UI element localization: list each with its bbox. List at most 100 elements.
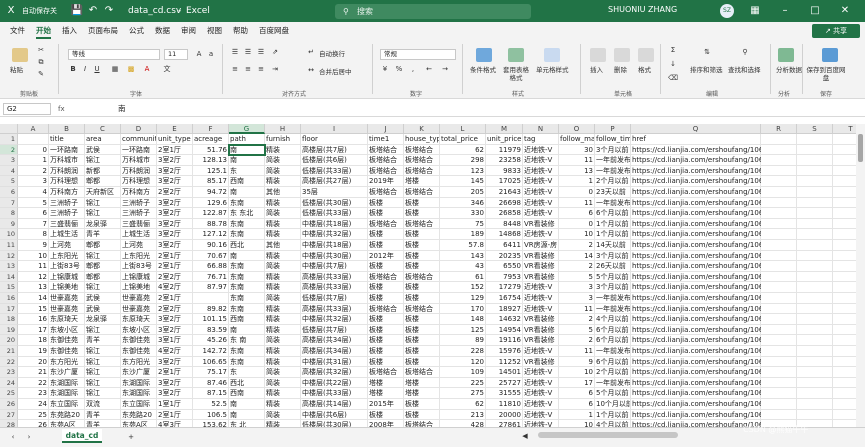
conditional-format-button[interactable]: 条件格式 <box>470 66 496 74</box>
cell[interactable] <box>761 250 797 262</box>
cell[interactable]: 23天以前 <box>595 187 631 198</box>
cell[interactable]: 精装 <box>265 356 301 368</box>
cell[interactable] <box>833 197 856 209</box>
cell[interactable]: 三洲轿子 <box>49 208 85 219</box>
row-header[interactable]: 25 <box>0 388 18 399</box>
cell[interactable]: 精装 <box>265 218 301 230</box>
cell[interactable]: 低楼层(共33层) <box>301 165 368 177</box>
cell[interactable] <box>761 346 797 357</box>
cell[interactable]: 锦江 <box>85 208 121 219</box>
cell[interactable]: 43 <box>440 261 486 272</box>
cell[interactable]: 106.5 <box>193 409 229 421</box>
cell[interactable]: 14 <box>18 293 49 304</box>
cell[interactable]: VR看装修 <box>523 335 559 346</box>
cell[interactable] <box>833 271 856 283</box>
cell[interactable]: 428 <box>440 420 486 427</box>
cell[interactable]: 简装 <box>265 409 301 421</box>
cell[interactable]: 27861 <box>486 420 523 427</box>
cell[interactable]: 2室2厅 <box>157 303 193 315</box>
font-color-icon[interactable]: A <box>142 65 152 74</box>
column-header-j[interactable]: J <box>368 124 404 134</box>
cell-style-button[interactable]: 单元格样式 <box>536 66 569 74</box>
cell[interactable]: 低楼层(共30层) <box>301 197 368 209</box>
cell[interactable]: 精装 <box>265 197 301 209</box>
cell[interactable]: 万科城市 <box>49 155 85 166</box>
decrease-decimal-icon[interactable]: → <box>440 65 450 74</box>
undo-icon[interactable]: ↶ <box>86 4 100 18</box>
cell[interactable]: https://cd.lianjia.com/ershoufang/106120… <box>631 218 822 230</box>
cell[interactable]: 152 <box>440 282 486 293</box>
cell[interactable]: 青羊 <box>85 229 121 240</box>
cell[interactable]: 30 <box>559 144 595 156</box>
cell[interactable]: 5 <box>559 271 595 283</box>
cell[interactable] <box>761 271 797 283</box>
column-header-i[interactable]: I <box>301 124 368 134</box>
cell[interactable]: 17279 <box>486 282 523 293</box>
cell[interactable]: https://cd.lianjia.com/ershoufang/106121… <box>631 176 822 187</box>
cell[interactable]: 2 <box>559 335 595 346</box>
cell[interactable]: 板塔结合 <box>368 271 404 283</box>
cell[interactable]: 3个月以前 <box>595 282 631 293</box>
cell[interactable]: 塔楼 <box>404 176 440 187</box>
cell[interactable]: 东方阳光 <box>121 356 157 368</box>
cell[interactable]: 70.67 <box>193 250 229 262</box>
cell[interactable]: 225 <box>440 377 486 389</box>
cell[interactable]: 板楼 <box>368 229 404 240</box>
cell[interactable]: 3室1厅 <box>157 335 193 346</box>
cell[interactable]: 东 东北 <box>229 208 265 219</box>
cell[interactable]: 3个月以前 <box>595 250 631 262</box>
cell[interactable]: 万科城市 <box>121 155 157 166</box>
tab-help[interactable]: 帮助 <box>233 25 248 37</box>
cell[interactable]: 东 <box>229 367 265 378</box>
cell[interactable]: 4室2厅 <box>157 346 193 357</box>
cell[interactable]: 精装 <box>265 420 301 427</box>
cell[interactable]: 板楼 <box>404 293 440 304</box>
cell[interactable]: communit <box>121 134 157 145</box>
row-header[interactable]: 24 <box>0 377 18 389</box>
cell[interactable]: 南 <box>229 399 265 410</box>
cell[interactable] <box>797 356 833 368</box>
cell[interactable] <box>833 165 856 177</box>
cell[interactable]: 东御佳苑 <box>49 346 85 357</box>
row-header[interactable]: 8 <box>0 208 18 219</box>
cell[interactable]: 板塔结合 <box>404 271 440 283</box>
cell[interactable]: 东南 <box>229 356 265 368</box>
cell[interactable]: 东苑A区 <box>49 420 85 427</box>
cell[interactable]: 2 <box>559 240 595 251</box>
cell[interactable]: 89.82 <box>193 303 229 315</box>
tab-review[interactable]: 审阅 <box>181 25 196 37</box>
cell[interactable]: 板塔结合 <box>404 187 440 198</box>
cell[interactable]: 2室1厅 <box>157 261 193 272</box>
tab-home[interactable]: 开始 <box>36 25 51 39</box>
cell[interactable]: 板塔结合 <box>404 420 440 427</box>
cell[interactable]: 0 <box>559 187 595 198</box>
cell[interactable]: 2个月以前 <box>595 367 631 378</box>
cell[interactable]: 101.15 <box>193 314 229 325</box>
insert-cells-button[interactable]: 插入 <box>590 66 603 74</box>
cell[interactable]: 5个月以前 <box>595 271 631 283</box>
cell[interactable]: 89 <box>440 335 486 346</box>
cell[interactable]: 8448 <box>486 218 523 230</box>
cell[interactable]: 2019年 <box>368 176 404 187</box>
cell[interactable] <box>797 399 833 410</box>
cell[interactable]: 109 <box>440 367 486 378</box>
cell[interactable]: 双流 <box>85 399 121 410</box>
cell[interactable]: 近地铁-V <box>523 303 559 315</box>
column-header-f[interactable]: F <box>193 124 229 134</box>
cell[interactable]: 13 <box>559 165 595 177</box>
cell[interactable]: 14954 <box>486 324 523 336</box>
cell[interactable]: https://cd.lianjia.com/ershoufang/106119… <box>631 271 822 283</box>
cell[interactable]: 6个月以前 <box>595 208 631 219</box>
cell[interactable]: 锦江 <box>85 155 121 166</box>
cell[interactable]: house_typ <box>404 134 440 145</box>
tab-formulas[interactable]: 公式 <box>129 25 144 37</box>
cell[interactable]: 一年前发布 <box>595 165 631 177</box>
cell[interactable]: 14868 <box>486 229 523 240</box>
cell[interactable]: VR看装修 <box>523 261 559 272</box>
row-header[interactable]: 19 <box>0 324 18 336</box>
tab-file[interactable]: 文件 <box>10 25 25 37</box>
cell[interactable] <box>761 324 797 336</box>
cell-style-icon[interactable] <box>544 48 560 62</box>
cell[interactable]: 其他 <box>265 240 301 251</box>
cell[interactable]: 锦江 <box>85 388 121 399</box>
